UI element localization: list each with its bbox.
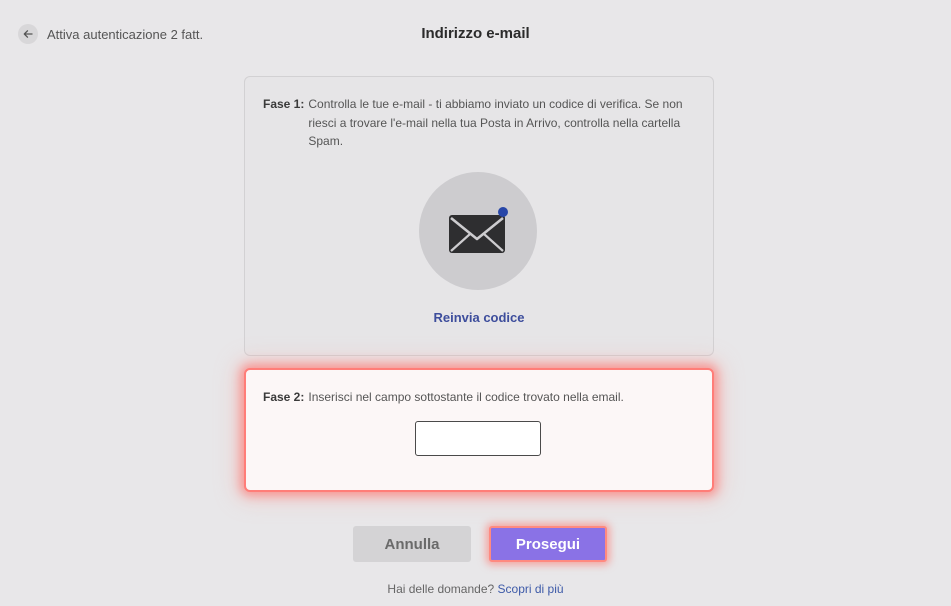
envelope-icon (449, 207, 508, 253)
continue-button[interactable]: Prosegui (489, 526, 607, 562)
footer-question: Hai delle domande? (387, 582, 495, 596)
step1-label: Fase 1: (263, 97, 305, 111)
page-title: Indirizzo e-mail (421, 25, 530, 42)
notification-dot-icon (498, 207, 508, 217)
step2-label: Fase 2: (263, 390, 305, 404)
top-bar: Attiva autenticazione 2 fatt. Indirizzo … (0, 0, 951, 70)
verification-code-input[interactable] (415, 421, 541, 456)
learn-more-link[interactable]: Scopri di più (498, 582, 564, 596)
step1-card: Fase 1: Controlla le tue e-mail - ti abb… (244, 76, 714, 356)
step2-text: Inserisci nel campo sottostante il codic… (308, 390, 624, 404)
step2-card: Fase 2: Inserisci nel campo sottostante … (244, 368, 714, 492)
step2-instructions: Fase 2: Inserisci nel campo sottostante … (263, 388, 695, 407)
resend-code-link[interactable]: Reinvia codice (245, 310, 713, 325)
step1-text: Controlla le tue e-mail - ti abbiamo inv… (308, 97, 683, 148)
footer-help: Hai delle domande? Scopri di più (0, 582, 951, 596)
step1-instructions: Fase 1: Controlla le tue e-mail - ti abb… (263, 95, 695, 151)
cancel-button[interactable]: Annulla (353, 526, 471, 562)
mail-illustration (419, 172, 537, 290)
